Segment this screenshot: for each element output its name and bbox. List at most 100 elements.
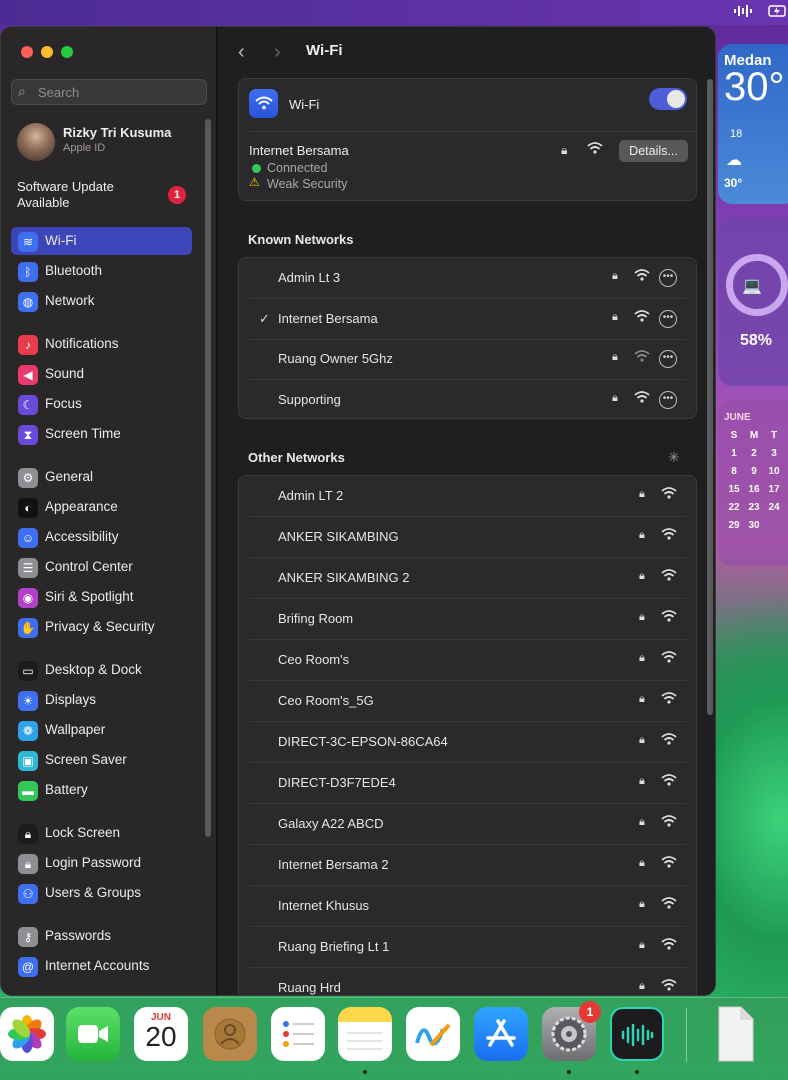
freeform-icon[interactable] [406,1007,460,1061]
sidebar-item-label: Passwords [45,928,112,943]
other-network-row[interactable]: ANKER SIKAMBING 2 🔒︎ [239,558,696,599]
app-store-icon[interactable] [474,1007,528,1061]
sidebar-item-screen-saver[interactable]: ▣ Screen Saver [11,746,192,774]
wifi-signal-icon [661,773,677,789]
other-network-row[interactable]: ANKER SIKAMBING 🔒︎ [239,517,696,558]
network-name: Supporting [278,391,341,407]
reminders-icon[interactable] [271,1007,325,1061]
calendar-widget[interactable]: JUNE S M T 1 2 3 8 9 10 15 16 17 22 23 24 29 30 [718,400,788,566]
sidebar-item-accessibility[interactable]: ☺ Accessibility [11,523,192,551]
more-options-icon[interactable]: ••• [659,309,677,328]
voice-memos-icon[interactable] [610,1007,664,1061]
trash-icon[interactable] [772,1007,788,1061]
sidebar-item-lock-screen[interactable]: 🔒︎ Lock Screen [11,819,192,847]
lock-icon: 🔒︎ [561,143,568,157]
profile-name: Rizky Tri Kusuma [63,125,172,140]
known-network-row[interactable]: Admin Lt 3 🔒︎ ••• [239,258,696,299]
sidebar-item-label: Notifications [45,336,119,351]
facetime-icon[interactable] [66,1007,120,1061]
other-network-row[interactable]: DIRECT-3C-EPSON-86CA64 🔒︎ [239,722,696,763]
other-network-row[interactable]: Galaxy A22 ABCD 🔒︎ [239,804,696,845]
other-network-row[interactable]: Ruang Briefing Lt 1 🔒︎ [239,927,696,968]
sidebar-scrollbar[interactable] [205,119,211,837]
wifi-toggle[interactable] [649,88,687,110]
sidebar-item-passwords[interactable]: ⚷ Passwords [11,922,192,950]
other-network-row[interactable]: DIRECT-D3F7EDE4 🔒︎ [239,763,696,804]
siri-icon: ◉ [18,588,38,608]
other-network-row[interactable]: Ceo Room's_5G 🔒︎ [239,681,696,722]
sidebar-item-privacy-security[interactable]: ✋ Privacy & Security [11,613,192,641]
network-name: Ceo Room's_5G [278,693,374,708]
sidebar-item-general[interactable]: ⚙ General [11,463,192,491]
known-network-row[interactable]: Ruang Owner 5Ghz 🔒︎ ••• [239,339,696,380]
screensaver-icon: ▣ [18,751,38,771]
close-button[interactable] [21,46,33,58]
sidebar-item-sound[interactable]: ◀ Sound [11,360,192,388]
sidebar-item-appearance[interactable]: ◐ Appearance [11,493,192,521]
known-network-row[interactable]: Supporting 🔒︎ ••• [239,380,696,421]
network-name: Ruang Hrd [278,980,341,995]
contacts-icon[interactable] [203,1007,257,1061]
sidebar-item-control-center[interactable]: ☰ Control Center [11,553,192,581]
lock-icon: 🔒︎ [639,816,645,828]
notes-icon[interactable] [338,1007,392,1061]
apple-id-profile[interactable]: Rizky Tri Kusuma Apple ID [17,123,207,163]
sidebar-item-network[interactable]: ◍ Network [11,287,192,315]
sidebar-item-battery[interactable]: ▬ Battery [11,776,192,804]
gear-icon: ⚙ [18,468,38,488]
minimize-button[interactable] [41,46,53,58]
lock-icon: 🔒︎ [612,270,618,282]
other-network-row[interactable]: Brifing Room 🔒︎ [239,599,696,640]
known-network-row[interactable]: ✓ Internet Bersama 🔒︎ ••• [239,299,696,340]
other-network-row[interactable]: Ruang Hrd 🔒︎ [239,968,696,995]
sidebar-item-wi-fi[interactable]: ≋ Wi-Fi [11,227,192,255]
software-update-item[interactable]: Software Update Available [17,179,147,211]
sidebar-item-focus[interactable]: ☾ Focus [11,390,192,418]
back-button[interactable]: ‹ [238,41,245,64]
sidebar-item-desktop-dock[interactable]: ▭ Desktop & Dock [11,656,192,684]
lock-icon: 🔒︎ [639,611,645,623]
battery-widget[interactable]: 💻 58% [718,218,788,386]
divider [249,131,696,132]
other-network-row[interactable]: Admin LT 2 🔒︎ [239,476,696,517]
toggle-knob [667,90,685,108]
weather-widget[interactable]: Medan 30° 18 ☁ 30° [718,44,788,204]
weekday: M [749,430,759,441]
sidebar-item-login-password[interactable]: 🔒︎ Login Password [11,849,192,877]
forward-button[interactable]: › [274,41,281,64]
more-options-icon[interactable]: ••• [659,350,677,368]
document-icon[interactable] [708,1006,762,1062]
sidebar-item-notifications[interactable]: ♪ Notifications [11,330,192,358]
battery-charging-icon[interactable] [768,4,788,21]
calendar-day: 17 [768,484,780,495]
waveform-icon[interactable] [733,4,753,21]
network-name: Admin LT 2 [278,488,344,503]
sidebar-item-displays[interactable]: ☀ Displays [11,686,192,714]
sidebar-item-bluetooth[interactable]: ᛒ Bluetooth [11,257,192,285]
other-network-row[interactable]: Internet Bersama 2 🔒︎ [239,845,696,886]
sidebar-item-label: Users & Groups [45,885,142,900]
sidebar-item-screen-time[interactable]: ⧗ Screen Time [11,420,192,448]
sidebar-item-wallpaper[interactable]: ❁ Wallpaper [11,716,192,744]
wifi-icon [249,89,278,118]
search-input[interactable]: ⌕ Search [11,79,207,105]
calendar-icon[interactable]: JUN 20 [134,1007,188,1061]
sidebar-item-siri-spotlight[interactable]: ◉ Siri & Spotlight [11,583,192,611]
other-network-row[interactable]: Ceo Room's 🔒︎ [239,640,696,681]
photos-icon[interactable] [0,1007,54,1061]
sidebar-item-label: Wi-Fi [45,233,77,248]
calendar-month: JUNE [724,412,751,423]
cloud-icon: ☁ [726,152,742,169]
battery-percent: 58% [740,332,773,349]
network-name: Internet Bersama [278,310,378,326]
zoom-button[interactable] [61,46,73,58]
other-network-row[interactable]: Internet Khusus 🔒︎ [239,886,696,927]
sidebar-item-users-groups[interactable]: ⚇ Users & Groups [11,879,192,907]
more-options-icon[interactable]: ••• [659,390,677,409]
details-button[interactable]: Details... [619,140,688,162]
more-options-icon[interactable]: ••• [659,269,677,287]
main-scrollbar[interactable] [707,79,713,715]
wallpaper-icon: ❁ [18,721,38,741]
sidebar-item-internet-accounts[interactable]: @ Internet Accounts [11,952,192,980]
at-icon: @ [18,957,38,977]
